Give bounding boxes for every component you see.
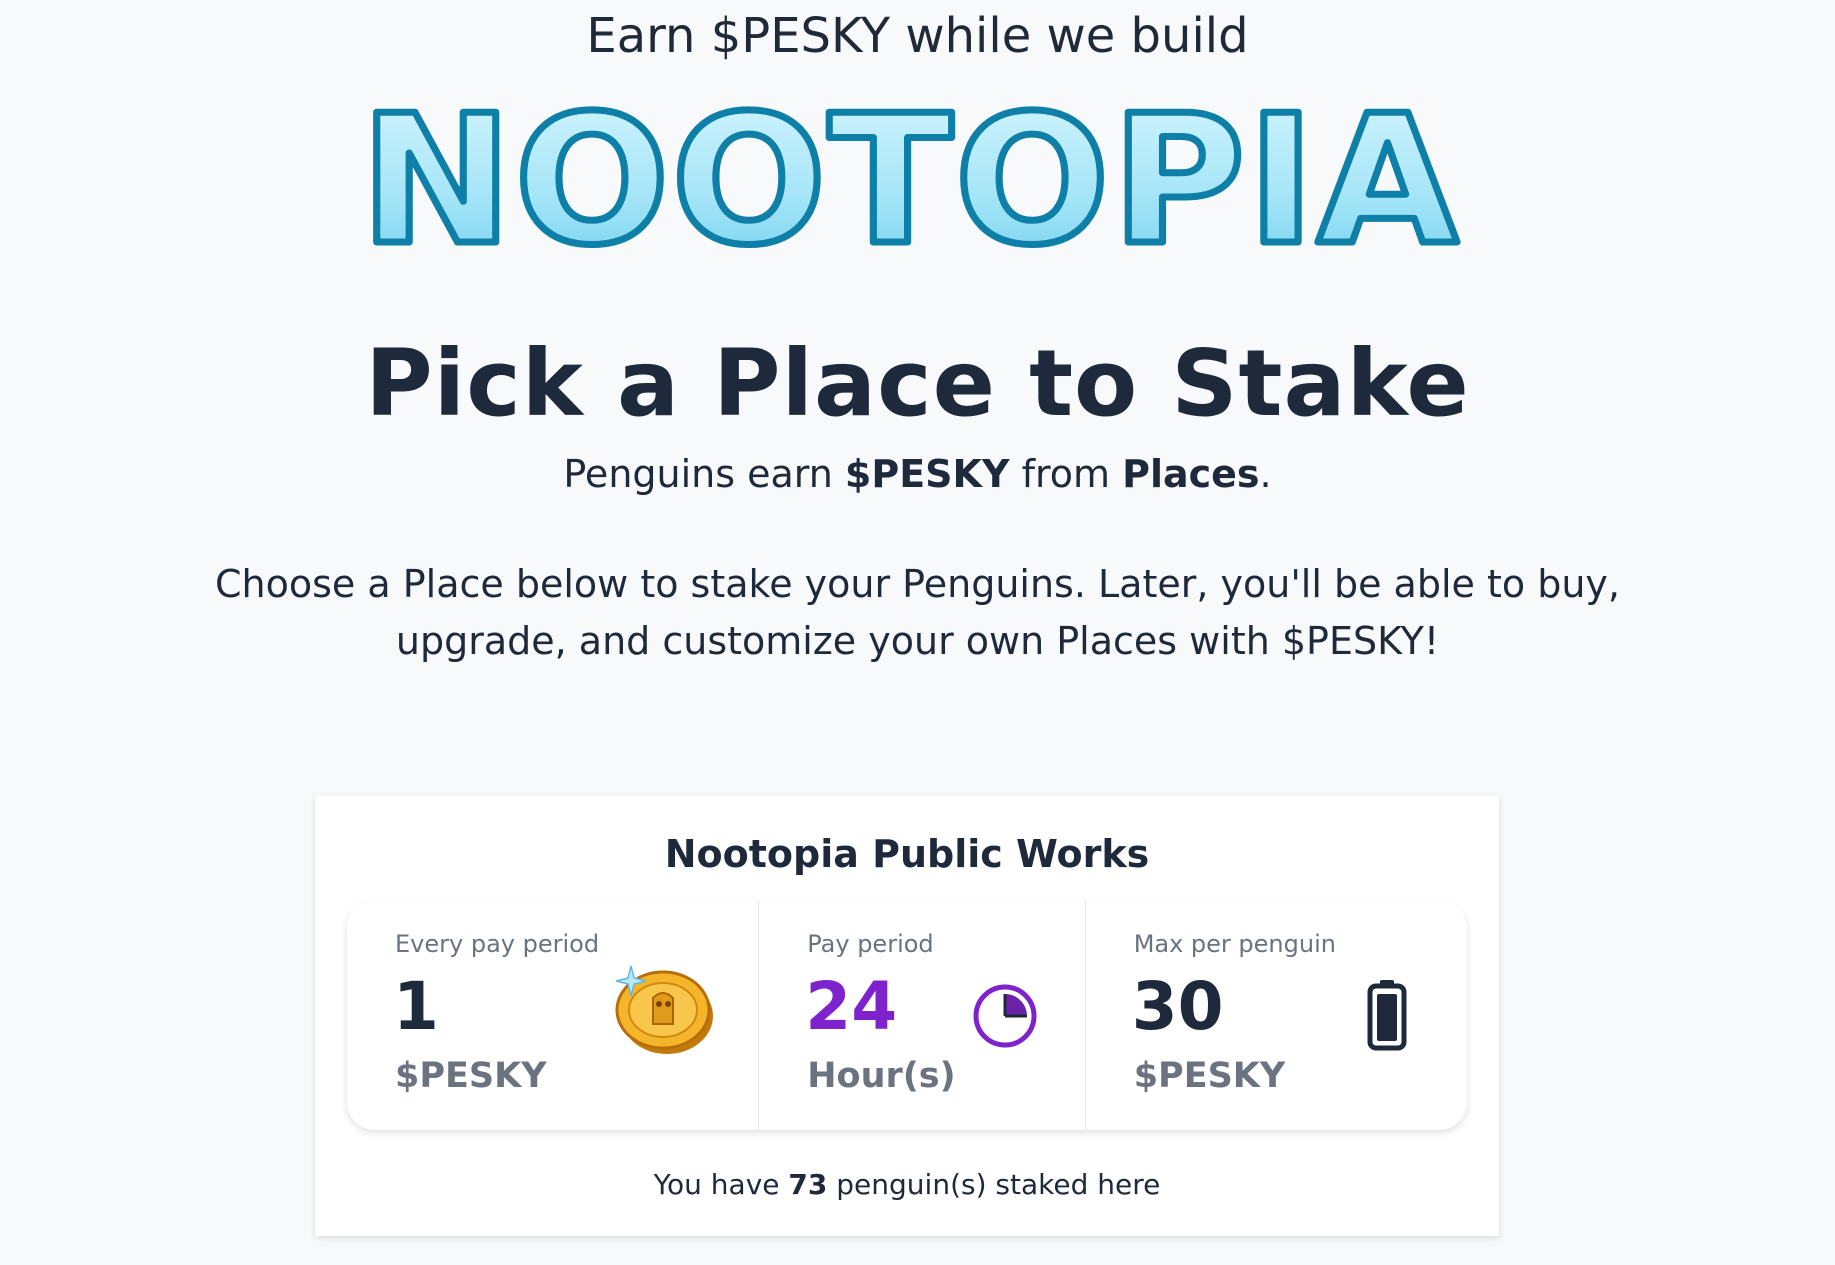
stat-max-label: Max per penguin — [1133, 930, 1336, 958]
subheading: Penguins earn $PESKY from Places. — [0, 452, 1835, 496]
stat-period-value: 24 — [805, 968, 898, 1045]
staked-count: 73 — [788, 1168, 828, 1201]
stat-period: Pay period 24 Hour(s) — [759, 900, 1086, 1130]
coin-icon — [615, 965, 713, 1054]
nootopia-logo: NOOTOPIA — [357, 92, 1462, 272]
stat-reward-label: Every pay period — [395, 930, 600, 958]
subheading-suffix: . — [1259, 452, 1272, 496]
subheading-prefix: Penguins earn — [563, 452, 845, 496]
stat-reward-unit: $PESKY — [395, 1056, 547, 1096]
clock-icon — [973, 984, 1037, 1048]
stat-max-value: 30 — [1131, 968, 1224, 1045]
staked-summary: You have 73 penguin(s) staked here — [315, 1168, 1499, 1201]
staked-suffix: penguin(s) staked here — [827, 1168, 1161, 1201]
tagline: Earn $PESKY while we build — [586, 8, 1249, 64]
stat-period-unit: Hour(s) — [807, 1056, 956, 1096]
place-stats: Every pay period 1 $PESKY Pay period 24 … — [347, 900, 1467, 1130]
stat-reward-value: 1 — [393, 968, 439, 1045]
subheading-places: Places — [1122, 452, 1260, 496]
battery-icon — [1367, 980, 1407, 1051]
stat-period-label: Pay period — [807, 930, 934, 958]
stat-reward: Every pay period 1 $PESKY — [347, 900, 760, 1130]
subheading-currency: $PESKY — [844, 452, 1010, 496]
description: Choose a Place below to stake your Pengu… — [215, 562, 1620, 663]
stat-max: Max per penguin 30 $PESKY — [1086, 900, 1467, 1130]
stat-max-unit: $PESKY — [1133, 1056, 1286, 1096]
logo-text: NOOTOPIA — [360, 92, 1460, 272]
page-heading: Pick a Place to Stake — [365, 330, 1470, 437]
subheading-middle: from — [1009, 452, 1123, 496]
staked-prefix: You have — [653, 1168, 789, 1201]
place-title: Nootopia Public Works — [664, 832, 1150, 876]
place-card[interactable]: Nootopia Public Works Every pay period 1… — [315, 796, 1499, 1236]
